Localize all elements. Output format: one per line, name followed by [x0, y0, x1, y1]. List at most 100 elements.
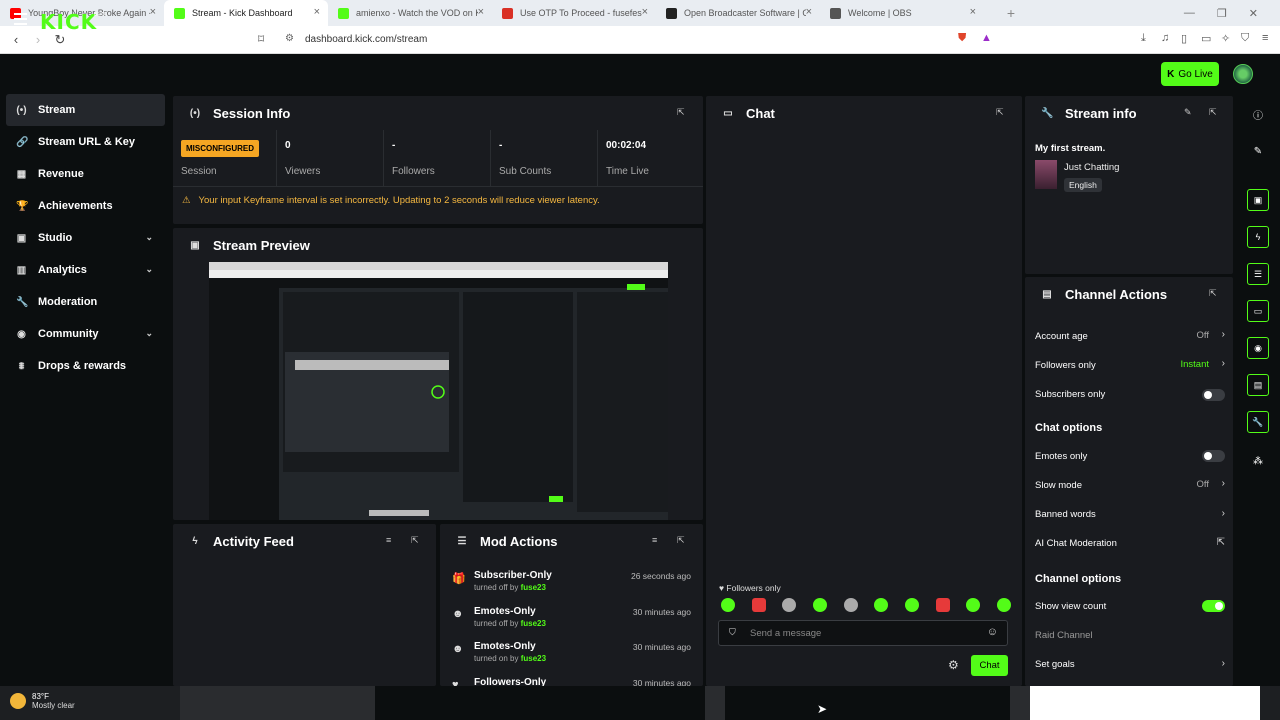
download-icon[interactable]: ⤓	[1141, 32, 1146, 45]
gift-icon: 🎁	[452, 573, 466, 585]
media-icon[interactable]: ♫	[1161, 32, 1169, 44]
setting-subscribers-only[interactable]: Subscribers only	[1035, 383, 1225, 407]
sidebar-item-moderation[interactable]: 🔧 Moderation	[6, 286, 165, 318]
brave-rewards-icon[interactable]: ▲	[981, 32, 992, 44]
session-toggle[interactable]: ◉	[1236, 331, 1280, 365]
toggle-switch[interactable]	[1202, 600, 1225, 612]
taskbar-preview[interactable]	[375, 686, 705, 720]
back-icon[interactable]: ‹	[6, 32, 26, 47]
bookmark-icon[interactable]: ⌑	[258, 32, 264, 46]
wallet-icon[interactable]: ▭	[1201, 32, 1211, 45]
chat-send-button[interactable]: Chat	[971, 655, 1008, 676]
setting-set-goals[interactable]: Set goals ›	[1035, 653, 1225, 677]
popout-icon[interactable]: ⇱	[677, 535, 685, 546]
setting-slow-mode[interactable]: Slow mode › Off	[1035, 473, 1225, 497]
close-tab-icon[interactable]: ×	[642, 6, 648, 18]
setting-ai-chat-moderation[interactable]: AI Chat Moderation ⇱	[1035, 532, 1225, 556]
emote-icon[interactable]	[874, 598, 889, 612]
close-tab-icon[interactable]: ×	[970, 6, 976, 18]
menu-icon[interactable]: ≡	[1262, 32, 1268, 44]
taskbar-preview[interactable]	[725, 686, 1010, 720]
popout-icon[interactable]: ⇱	[1209, 288, 1217, 299]
close-tab-icon[interactable]: ×	[314, 6, 320, 18]
filter-icon[interactable]: ≡	[652, 535, 657, 545]
toggle-switch[interactable]	[1202, 388, 1225, 401]
mod-action-user[interactable]: fuse23	[521, 583, 546, 592]
setting-account-age[interactable]: Account age › Off	[1035, 324, 1225, 348]
weather-widget[interactable]: 83°F Mostly clear	[10, 692, 75, 710]
stream-preview-toggle[interactable]: ▣	[1236, 183, 1280, 217]
chat-settings-icon[interactable]: ⚙	[948, 658, 959, 672]
popout-icon[interactable]: ⇱	[677, 107, 685, 118]
sidebar-item-stream-url-key[interactable]: 🔗 Stream URL & Key	[6, 126, 165, 158]
hamburger-menu-icon[interactable]	[14, 13, 27, 25]
chat-toggle[interactable]: ▭	[1236, 294, 1280, 328]
go-live-button[interactable]: K Go Live	[1161, 62, 1219, 86]
emote-icon[interactable]	[935, 598, 950, 612]
close-tab-icon[interactable]: ×	[478, 6, 484, 18]
emote-icon[interactable]	[751, 598, 766, 612]
emote-icon[interactable]	[812, 598, 827, 612]
brave-shield-icon[interactable]: ⛊	[958, 32, 966, 45]
edit-icon[interactable]: ✎	[1184, 107, 1192, 118]
emote-icon[interactable]	[843, 598, 858, 612]
popout-icon[interactable]: ⇱	[411, 535, 419, 546]
vpn-icon[interactable]: ⛉	[1241, 32, 1249, 45]
shield-icon[interactable]: ⛉	[729, 627, 736, 638]
mod-action-time: 30 minutes ago	[632, 606, 691, 617]
new-tab-button[interactable]: +	[998, 5, 1024, 21]
emote-icon[interactable]	[904, 598, 919, 612]
stream-preview-video[interactable]	[209, 262, 668, 520]
close-window-icon[interactable]: ✕	[1249, 7, 1258, 20]
user-avatar[interactable]	[1233, 64, 1253, 84]
popout-icon[interactable]: ⇱	[1209, 107, 1217, 118]
browser-tab[interactable]: amienxo - Watch the VOD on Kick×	[328, 0, 492, 26]
emote-icon[interactable]	[721, 598, 735, 612]
maximize-icon[interactable]: ❐	[1217, 7, 1227, 20]
setting-show-view-count[interactable]: Show view count	[1035, 594, 1225, 618]
site-info-icon[interactable]: ⚙	[285, 33, 294, 44]
forward-icon[interactable]: ›	[28, 32, 48, 47]
browser-tab[interactable]: Welcome | OBS ×	[820, 0, 984, 26]
sidebar-item-analytics[interactable]: ▥ Analytics ⌄	[6, 254, 165, 286]
url-field[interactable]: dashboard.kick.com/stream	[305, 34, 427, 45]
emote-icon[interactable]	[996, 598, 1011, 612]
sidebar-item-drops-rewards[interactable]: ⩩ Drops & rewards	[6, 350, 165, 382]
browser-tab[interactable]: Use OTP To Proceed - fusefese8@gm×	[492, 0, 656, 26]
popout-icon[interactable]: ⇱	[996, 107, 1004, 118]
setting-emotes-only[interactable]: Emotes only	[1035, 444, 1225, 468]
toggle-switch[interactable]	[1202, 450, 1225, 462]
emote-icon[interactable]	[782, 598, 797, 612]
channel-actions-toggle[interactable]: ▤	[1236, 368, 1280, 402]
layout-icon[interactable]: ⁂	[1236, 444, 1280, 478]
chat-message-input[interactable]: ⛉ Send a message ☺	[718, 620, 1008, 646]
close-tab-icon[interactable]: ×	[150, 6, 156, 18]
close-tab-icon[interactable]: ×	[806, 6, 812, 18]
minimize-icon[interactable]: —	[1184, 7, 1195, 19]
mod-actions-toggle[interactable]: ☰	[1236, 257, 1280, 291]
sidebar-item-achievements[interactable]: 🏆 Achievements	[6, 190, 165, 222]
stream-info-toggle[interactable]: 🔧	[1236, 405, 1280, 439]
kick-logo[interactable]: KICK	[40, 10, 97, 34]
mod-action-user[interactable]: fuse23	[521, 654, 546, 663]
edit-icon[interactable]: ✎	[1236, 134, 1280, 168]
browser-tab[interactable]: Stream - Kick Dashboard ×	[164, 0, 328, 26]
category-name[interactable]: Just Chatting	[1064, 162, 1119, 173]
sidebar-icon[interactable]: ▯	[1181, 32, 1187, 45]
setting-banned-words[interactable]: Banned words ›	[1035, 503, 1225, 527]
sidebar-item-community[interactable]: ◉ Community ⌄	[6, 318, 165, 350]
taskbar-window-previews[interactable]	[180, 686, 1260, 720]
sidebar-item-stream[interactable]: (•) Stream	[6, 94, 165, 126]
filter-icon[interactable]: ≡	[386, 535, 391, 545]
activity-toggle[interactable]: ϟ	[1236, 220, 1280, 254]
mod-action-user[interactable]: fuse23	[521, 619, 546, 628]
emote-icon[interactable]	[966, 598, 981, 612]
leo-icon[interactable]: ✧	[1221, 32, 1230, 45]
taskbar-preview[interactable]	[1030, 686, 1260, 720]
emoji-icon[interactable]: ☺	[987, 626, 998, 638]
sidebar-item-studio[interactable]: ▣ Studio ⌄	[6, 222, 165, 254]
browser-tab[interactable]: Open Broadcaster Software | OBS×	[656, 0, 820, 26]
sidebar-item-revenue[interactable]: ▦ Revenue	[6, 158, 165, 190]
info-icon[interactable]: ⓘ	[1236, 97, 1280, 131]
setting-followers-only[interactable]: Followers only › Instant	[1035, 353, 1225, 377]
